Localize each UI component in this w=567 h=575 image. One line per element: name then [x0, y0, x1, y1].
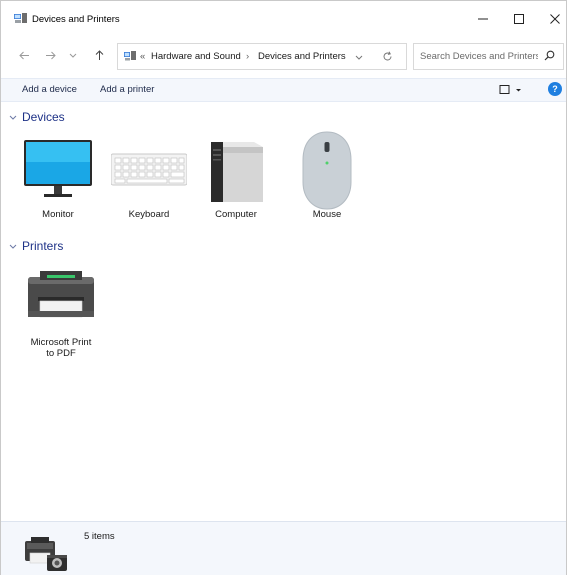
close-icon [550, 14, 560, 24]
item-count: 5 items [84, 531, 115, 542]
device-label-computer: Computer [215, 209, 257, 220]
chevron-down-icon [9, 244, 17, 249]
breadcrumb-hardware-and-sound[interactable]: Hardware and Sound [151, 51, 241, 62]
device-label-keyboard: Keyboard [128, 209, 170, 220]
minimize-icon [478, 18, 488, 20]
change-view-button[interactable] [499, 83, 529, 97]
breadcrumb-devices-and-printers[interactable]: Devices and Printers [258, 51, 346, 62]
refresh-icon[interactable] [382, 51, 393, 62]
device-label-monitor: Monitor [42, 209, 74, 220]
group-label-devices: Devices [22, 110, 65, 124]
chevron-down-icon [9, 115, 17, 120]
back-button[interactable] [15, 45, 33, 65]
computer-tower-icon [211, 142, 263, 202]
monitor-icon [24, 140, 92, 197]
search-icon[interactable] [544, 50, 555, 61]
title-bar: Devices and Printers [1, 1, 566, 35]
address-dropdown-icon[interactable] [355, 55, 363, 60]
window-title: Devices and Printers [32, 14, 120, 25]
control-panel-icon [124, 51, 136, 61]
close-button[interactable] [537, 7, 567, 31]
device-mouse[interactable]: Mouse [289, 130, 365, 223]
back-arrow-icon [18, 51, 29, 59]
printer-microsoft-print-to-pdf[interactable]: Microsoft Print to PDF [23, 267, 99, 365]
forward-button[interactable] [41, 45, 59, 65]
mouse-icon [302, 131, 352, 210]
devices-and-printers-window: Devices and Printers « Hardware and Soun… [0, 0, 567, 575]
breadcrumb-overflow[interactable]: « [140, 51, 145, 62]
navigation-bar: « Hardware and Sound › Devices and Print… [1, 39, 566, 71]
details-pane: 5 items [1, 521, 566, 575]
devices-and-printers-icon [14, 13, 27, 23]
chevron-down-icon [69, 53, 77, 58]
printer-icon [28, 271, 94, 318]
add-a-printer-button[interactable]: Add a printer [100, 84, 154, 95]
printer-label-text: Microsoft Print to PDF [30, 337, 92, 359]
address-bar[interactable]: « Hardware and Sound › Devices and Print… [117, 43, 407, 70]
help-button[interactable]: ? [548, 82, 562, 96]
search-input[interactable] [420, 48, 538, 64]
group-header-devices[interactable]: Devices [9, 110, 65, 124]
command-bar: Add a device Add a printer ? [1, 78, 566, 102]
up-arrow-icon [95, 49, 103, 60]
recent-locations-button[interactable] [64, 45, 82, 65]
view-icon [499, 85, 521, 94]
device-keyboard[interactable]: Keyboard [110, 137, 188, 223]
device-computer[interactable]: Computer [198, 137, 274, 223]
breadcrumb-separator: › [246, 51, 250, 62]
minimize-button[interactable] [465, 7, 501, 31]
printer-label-microsoft-print-to-pdf: Microsoft Print to PDF [23, 337, 99, 359]
keyboard-icon [110, 153, 188, 186]
devices-and-printers-large-icon [25, 537, 67, 571]
add-a-device-button[interactable]: Add a device [22, 84, 77, 95]
group-header-printers[interactable]: Printers [9, 239, 63, 253]
device-label-mouse: Mouse [312, 209, 342, 220]
up-button[interactable] [90, 45, 108, 65]
maximize-button[interactable] [501, 7, 537, 31]
group-label-printers: Printers [22, 239, 64, 253]
device-monitor[interactable]: Monitor [20, 137, 96, 223]
maximize-icon [514, 14, 524, 24]
help-icon: ? [552, 84, 558, 94]
search-box[interactable] [413, 43, 564, 70]
forward-arrow-icon [45, 51, 56, 59]
